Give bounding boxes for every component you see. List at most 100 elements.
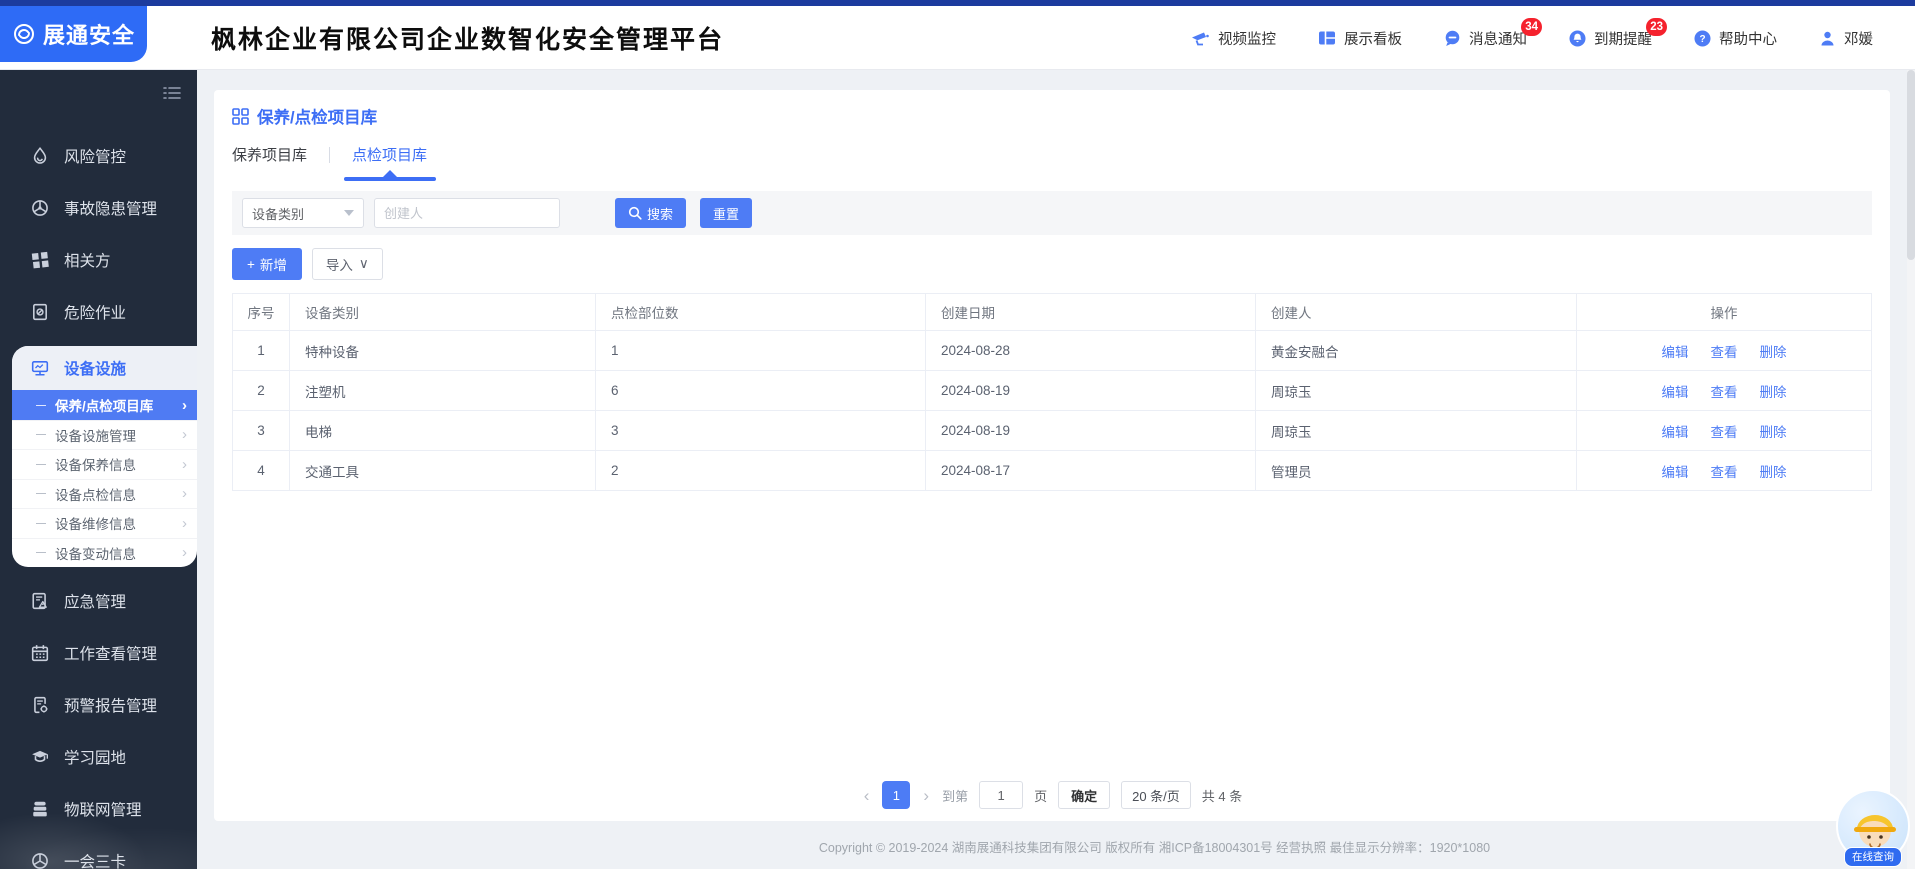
submenu-dash xyxy=(36,405,46,406)
nav-message-notify[interactable]: 34 消息通知 xyxy=(1444,28,1527,49)
top-accent-strip xyxy=(0,0,1915,6)
add-button-label: 新增 xyxy=(260,254,287,274)
monitor-icon xyxy=(31,359,49,377)
delete-link[interactable]: 删除 xyxy=(1760,385,1787,400)
import-button[interactable]: 导入 ∨ xyxy=(312,248,383,280)
device-category-select[interactable]: 设备类别 xyxy=(242,198,364,228)
table-row: 1 特种设备 1 2024-08-28 黄金安融合 编辑查看删除 xyxy=(233,331,1872,371)
nav-label: 视频监控 xyxy=(1218,28,1276,49)
submenu-item-repair-info[interactable]: 设备维修信息 › xyxy=(12,508,197,538)
top-navigation: 视频监控 展示看板 34 消息通知 23 到期提醒 xyxy=(1191,6,1873,70)
next-page-icon[interactable]: › xyxy=(921,787,931,804)
page-size-select[interactable]: 20 条/页 xyxy=(1121,781,1191,809)
nav-username: 邓媛 xyxy=(1844,28,1873,49)
sidebar-item-warning-report-management[interactable]: 预警报告管理 xyxy=(0,679,197,731)
sidebar-item-accident-hazard[interactable]: 事故隐患管理 xyxy=(0,182,197,234)
emergency-doc-icon xyxy=(31,592,49,610)
tab-maintenance-library[interactable]: 保养项目库 xyxy=(232,144,329,165)
table-row: 4 交通工具 2 2024-08-17 管理员 编辑查看删除 xyxy=(233,451,1872,491)
edit-link[interactable]: 编辑 xyxy=(1662,425,1689,440)
delete-link[interactable]: 删除 xyxy=(1760,425,1787,440)
message-icon xyxy=(1444,30,1461,47)
sidebar-item-iot-management[interactable]: 物联网管理 xyxy=(0,783,197,835)
nav-help-center[interactable]: ? 帮助中心 xyxy=(1694,28,1777,49)
cell-index: 3 xyxy=(233,411,290,451)
copyright-footer: Copyright © 2019-2024 湖南展通科技集团有限公司 版权所有 … xyxy=(394,837,1915,856)
sidebar-item-related-parties[interactable]: 相关方 xyxy=(0,234,197,286)
prev-page-icon[interactable]: ‹ xyxy=(862,787,872,804)
sidebar-group-equipment: 设备设施 保养/点检项目库 › 设备设施管理 › 设备保养信息 › 设备点检信息… xyxy=(12,346,197,567)
sidebar-item-label: 风险管控 xyxy=(64,145,126,167)
online-service-widget[interactable]: 在线查询 xyxy=(1833,789,1913,867)
view-link[interactable]: 查看 xyxy=(1711,425,1738,440)
nav-expiry-reminder[interactable]: 23 到期提醒 xyxy=(1569,28,1652,49)
cell-category: 特种设备 xyxy=(290,331,596,371)
submenu-label: 设备设施管理 xyxy=(55,425,136,445)
submenu-label: 设备维修信息 xyxy=(55,513,136,533)
cell-category: 电梯 xyxy=(290,411,596,451)
add-button[interactable]: + 新增 xyxy=(232,248,302,280)
goto-page-prefix: 到第 xyxy=(942,786,968,805)
plus-icon: + xyxy=(247,257,255,272)
tab-inspection-library[interactable]: 点检项目库 xyxy=(330,144,449,165)
creator-input[interactable] xyxy=(374,198,560,228)
tab-bar: 保养项目库 点检项目库 xyxy=(232,144,1890,165)
sidebar-item-learning-garden[interactable]: 学习园地 xyxy=(0,731,197,783)
submenu-item-inspection-info[interactable]: 设备点检信息 › xyxy=(12,479,197,509)
online-service-label: 在线查询 xyxy=(1844,847,1902,867)
caret-down-icon: ∨ xyxy=(359,256,369,272)
sidebar-item-emergency-management[interactable]: 应急管理 xyxy=(0,575,197,627)
import-button-label: 导入 xyxy=(326,254,353,274)
app-header: 展通安全 枫林企业有限公司企业数智化安全管理平台 视频监控 展示看板 34 xyxy=(0,0,1915,70)
cell-index: 1 xyxy=(233,331,290,371)
sidebar-item-label: 工作查看管理 xyxy=(64,642,157,664)
breadcrumb-title: 保养/点检项目库 xyxy=(257,104,377,128)
page-number-button[interactable]: 1 xyxy=(882,781,910,809)
search-icon xyxy=(628,206,642,220)
confirm-page-button[interactable]: 确定 xyxy=(1058,781,1110,809)
device-category-select-value: 设备类别 xyxy=(252,204,304,223)
submenu-item-change-info[interactable]: 设备变动信息 › xyxy=(12,538,197,568)
view-link[interactable]: 查看 xyxy=(1711,465,1738,480)
layer-stack-icon xyxy=(31,800,49,818)
user-icon xyxy=(1819,30,1836,47)
camera-icon xyxy=(1191,30,1210,47)
cell-index: 4 xyxy=(233,451,290,491)
cell-operations: 编辑 查看 删除 xyxy=(1577,411,1872,451)
submenu-label: 设备变动信息 xyxy=(55,543,136,563)
cell-part-count: 2 xyxy=(596,451,926,491)
submenu-item-maintenance-info[interactable]: 设备保养信息 › xyxy=(12,449,197,479)
page-title: 枫林企业有限公司企业数智化安全管理平台 xyxy=(211,0,724,70)
sidebar-collapse-icon[interactable] xyxy=(163,86,181,105)
sidebar-item-label: 事故隐患管理 xyxy=(64,197,157,219)
edit-link[interactable]: 编辑 xyxy=(1662,385,1689,400)
nav-video-monitor[interactable]: 视频监控 xyxy=(1191,28,1276,49)
cell-category: 注塑机 xyxy=(290,371,596,411)
cell-index: 2 xyxy=(233,371,290,411)
delete-link[interactable]: 删除 xyxy=(1760,345,1787,360)
sidebar-item-equipment-facilities[interactable]: 设备设施 xyxy=(12,346,197,390)
scrollbar-thumb[interactable] xyxy=(1907,70,1915,260)
graduation-cap-icon xyxy=(31,748,49,766)
view-link[interactable]: 查看 xyxy=(1711,385,1738,400)
delete-link[interactable]: 删除 xyxy=(1760,465,1787,480)
sidebar-item-one-meeting-three-cards[interactable]: 一会三卡 xyxy=(0,835,197,869)
filter-bar: 设备类别 搜索 重置 xyxy=(232,191,1872,235)
view-link[interactable]: 查看 xyxy=(1711,345,1738,360)
edit-link[interactable]: 编辑 xyxy=(1662,345,1689,360)
edit-link[interactable]: 编辑 xyxy=(1662,465,1689,480)
chevron-right-icon: › xyxy=(182,457,187,472)
submenu-item-maintenance-inspection-library[interactable]: 保养/点检项目库 › xyxy=(12,390,197,420)
goto-page-input[interactable] xyxy=(979,781,1023,809)
goto-page-suffix: 页 xyxy=(1034,786,1047,805)
sidebar-item-risk-control[interactable]: 风险管控 xyxy=(0,130,197,182)
nav-user-account[interactable]: 邓媛 xyxy=(1819,28,1873,49)
submenu-item-equipment-management[interactable]: 设备设施管理 › xyxy=(12,420,197,450)
sidebar-item-label: 一会三卡 xyxy=(64,850,126,869)
sidebar-item-dangerous-work[interactable]: 危险作业 xyxy=(0,286,197,338)
nav-display-board[interactable]: 展示看板 xyxy=(1318,28,1402,49)
search-button[interactable]: 搜索 xyxy=(615,198,686,228)
reset-button-label: 重置 xyxy=(713,204,739,223)
reset-button[interactable]: 重置 xyxy=(700,198,752,228)
sidebar-item-work-view-management[interactable]: 工作查看管理 xyxy=(0,627,197,679)
